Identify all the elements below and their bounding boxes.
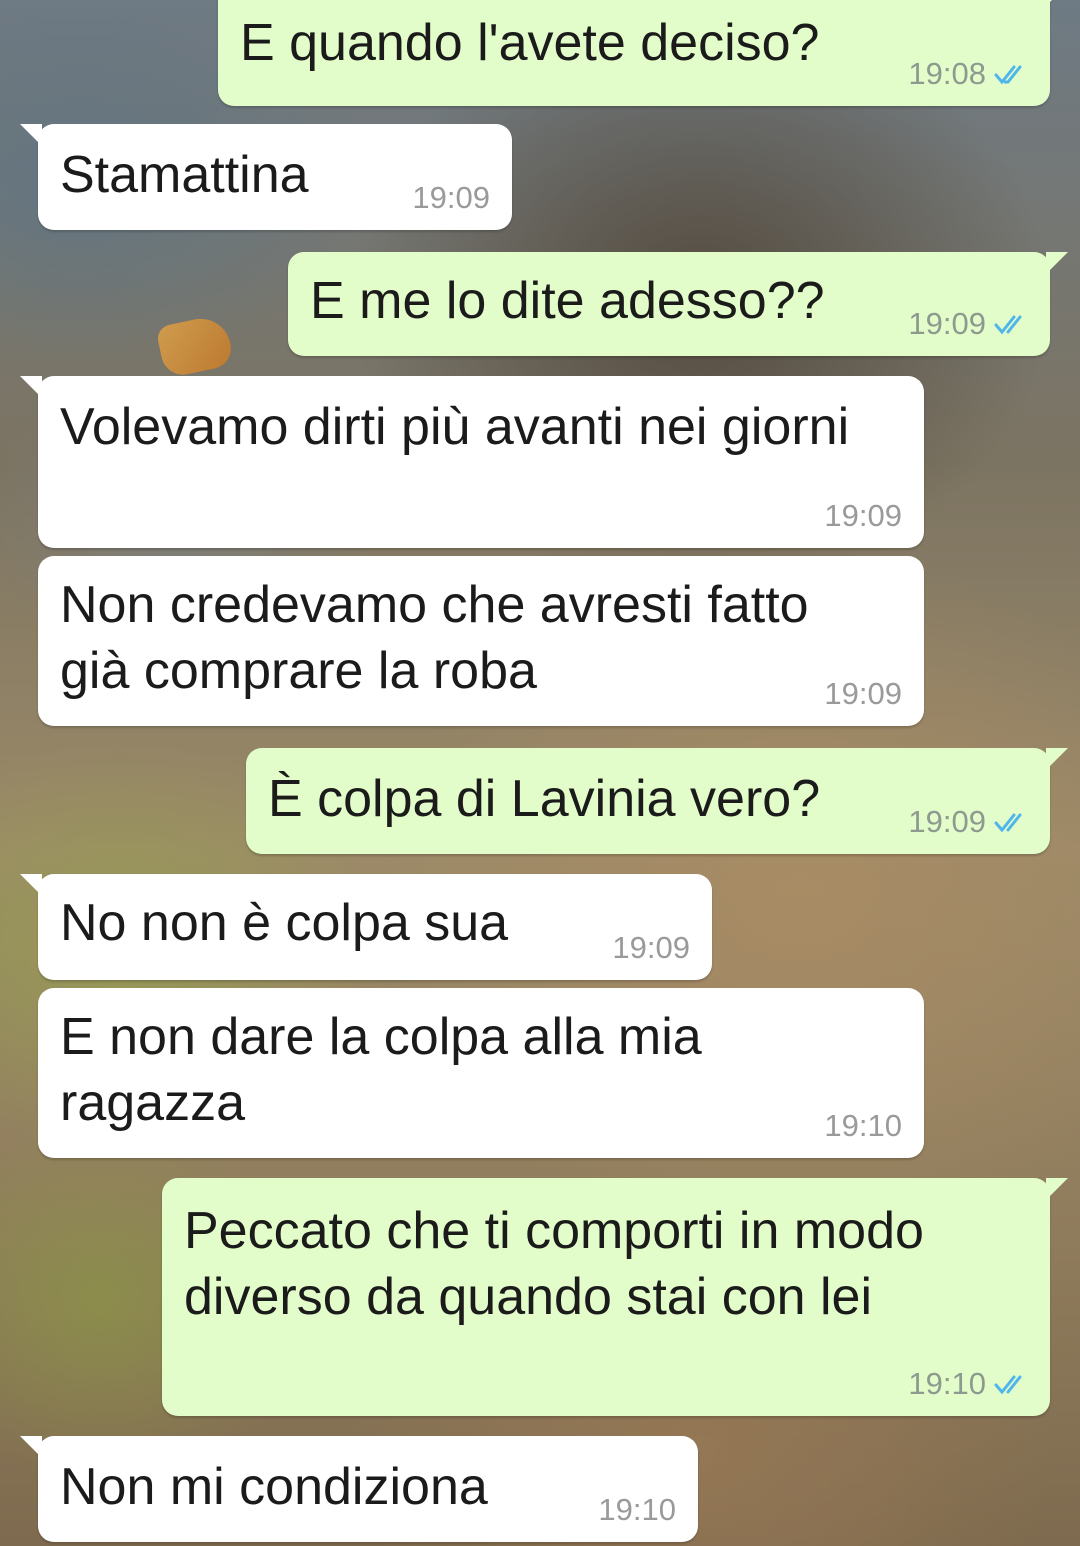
- message-time: 19:08: [908, 56, 986, 91]
- message-meta: 19:09: [824, 498, 902, 534]
- message-meta: 19:08: [908, 56, 1028, 92]
- message-text: Peccato che ti comporti in modo diverso …: [184, 1202, 924, 1326]
- read-ticks-icon: [994, 1375, 1022, 1395]
- message-bubble-outgoing[interactable]: E quando l'avete deciso? 19:08: [218, 0, 1068, 106]
- message-meta: 19:09: [824, 676, 902, 712]
- message-time: 19:09: [612, 930, 690, 965]
- message-bubble-incoming[interactable]: Non credevamo che avresti fatto già comp…: [38, 556, 924, 726]
- message-time: 19:09: [908, 306, 986, 341]
- read-ticks-icon: [994, 315, 1022, 335]
- message-meta: 19:10: [824, 1108, 902, 1144]
- message-text: Stamattina: [60, 146, 309, 204]
- message-bubble-outgoing[interactable]: E me lo dite adesso?? 19:09: [288, 252, 1068, 356]
- message-text: Non credevamo che avresti fatto già comp…: [60, 576, 809, 700]
- message-time: 19:10: [598, 1492, 676, 1527]
- message-meta: 19:10: [598, 1492, 676, 1528]
- message-bubble-incoming[interactable]: No non è colpa sua 19:09: [20, 874, 712, 980]
- message-bubble-outgoing[interactable]: È colpa di Lavinia vero? 19:09: [246, 748, 1068, 854]
- message-time: 19:09: [824, 498, 902, 533]
- message-time: 19:09: [412, 180, 490, 215]
- message-text: E me lo dite adesso??: [310, 272, 825, 330]
- message-bubble-incoming[interactable]: Volevamo dirti più avanti nei giorni 19:…: [20, 376, 924, 548]
- read-ticks-icon: [994, 65, 1022, 85]
- message-text: No non è colpa sua: [60, 894, 509, 952]
- message-bubble-incoming[interactable]: E non dare la colpa alla mia ragazza 19:…: [38, 988, 924, 1158]
- message-meta: 19:09: [612, 930, 690, 966]
- message-time: 19:10: [824, 1108, 902, 1143]
- message-time: 19:10: [908, 1366, 986, 1401]
- message-text: È colpa di Lavinia vero?: [268, 770, 821, 828]
- read-ticks-icon: [994, 813, 1022, 833]
- message-text: E non dare la colpa alla mia ragazza: [60, 1008, 702, 1132]
- message-text: Non mi condiziona: [60, 1458, 488, 1516]
- message-meta: 19:09: [908, 306, 1028, 342]
- message-time: 19:09: [824, 676, 902, 711]
- message-text: E quando l'avete deciso?: [240, 14, 820, 72]
- message-text: Volevamo dirti più avanti nei giorni: [60, 398, 850, 456]
- message-meta: 19:09: [412, 180, 490, 216]
- message-time: 19:09: [908, 804, 986, 839]
- message-meta: 19:10: [908, 1366, 1028, 1402]
- message-meta: 19:09: [908, 804, 1028, 840]
- message-bubble-incoming[interactable]: Stamattina 19:09: [20, 124, 512, 230]
- message-bubble-outgoing[interactable]: Peccato che ti comporti in modo diverso …: [162, 1178, 1068, 1416]
- message-bubble-incoming[interactable]: Non mi condiziona 19:10: [20, 1436, 698, 1542]
